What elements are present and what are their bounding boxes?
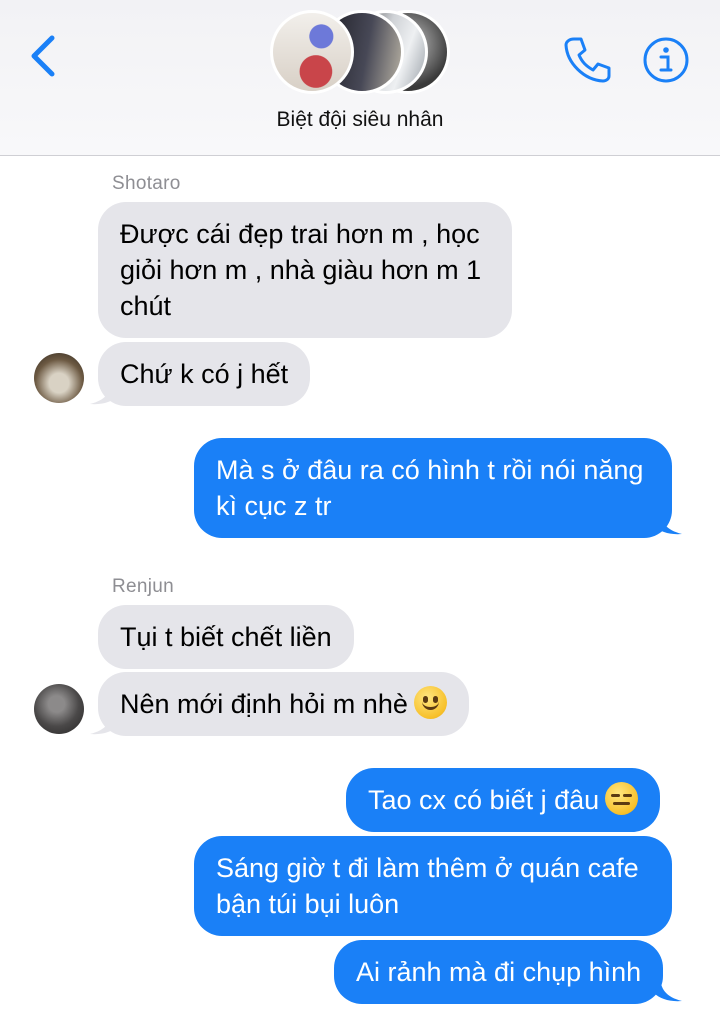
outgoing-message[interactable]: Sáng giờ t đi làm thêm ở quán cafe bận t… (194, 836, 672, 936)
info-button[interactable] (642, 36, 690, 84)
slightly-smiling-face-icon (413, 686, 447, 719)
message-text: Nên mới định hỏi m nhè (120, 689, 408, 719)
outgoing-message[interactable]: Mà s ở đâu ra có hình t rồi nói năng kì … (194, 438, 672, 538)
expressionless-face-icon (605, 782, 639, 815)
sender-name: Shotaro (112, 173, 181, 194)
sender-avatar[interactable] (34, 353, 84, 403)
conversation-header: Biệt đội siêu nhân (0, 0, 720, 156)
phone-icon (564, 37, 611, 83)
bubble-tail (654, 975, 682, 1002)
outgoing-message[interactable]: Tao cx có biết j đâu (346, 768, 661, 832)
incoming-message[interactable]: Chứ k có j hết (98, 342, 311, 406)
outgoing-message[interactable]: Ai rảnh mà đi chụp hình (334, 940, 664, 1004)
incoming-message[interactable]: Nên mới định hỏi m nhè (98, 672, 469, 736)
group-avatars[interactable] (270, 10, 450, 96)
sender-name: Renjun (112, 576, 175, 597)
bubble-tail (90, 378, 118, 405)
bubble-tail (90, 708, 118, 735)
back-button[interactable] (22, 30, 66, 82)
chevron-left-icon (31, 35, 55, 77)
member-avatar (270, 10, 354, 94)
incoming-message[interactable]: Tụi t biết chết liền (98, 605, 354, 669)
info-icon (643, 37, 689, 83)
bubble-tail (654, 508, 682, 535)
call-button[interactable] (560, 32, 614, 86)
message-text: Tao cx có biết j đâu (368, 785, 600, 815)
sender-avatar[interactable] (34, 684, 84, 734)
incoming-message[interactable]: Được cái đẹp trai hơn m , học giỏi hơn m… (98, 202, 512, 338)
group-name[interactable]: Biệt đội siêu nhân (0, 108, 720, 132)
